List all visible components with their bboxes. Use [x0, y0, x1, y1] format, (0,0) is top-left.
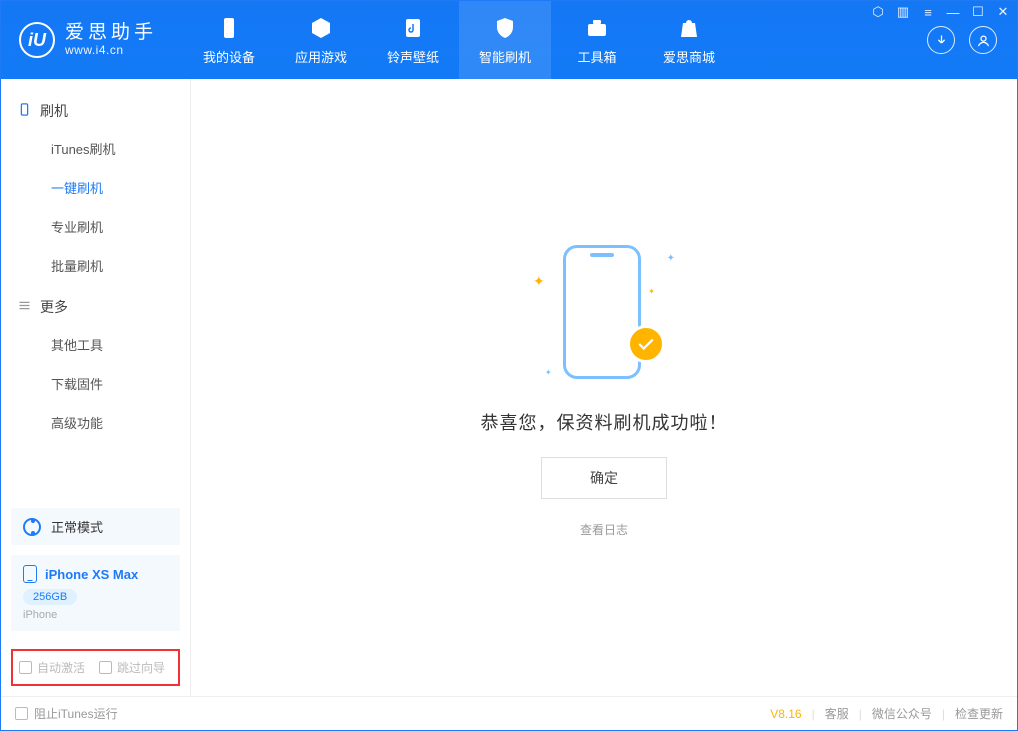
block-itunes-label: 阻止iTunes运行: [34, 705, 118, 722]
toolbox-icon: [585, 15, 609, 41]
skin-icon[interactable]: ⬡: [870, 4, 886, 20]
music-icon: [401, 15, 425, 41]
main-nav: 我的设备 应用游戏 铃声壁纸 智能刷机 工具箱 爱思商城: [183, 1, 735, 79]
flash-options-highlight: 自动激活 跳过向导: [11, 649, 180, 686]
phone-illustration-icon: [563, 245, 641, 379]
nav-label: 铃声壁纸: [387, 47, 439, 66]
footer-link[interactable]: 客服: [825, 705, 849, 722]
logo-icon: iU: [19, 22, 55, 58]
sidebar-group-header[interactable]: 刷机: [1, 89, 190, 129]
success-illustration: ✦ ✦ ✦ ✦: [539, 237, 669, 387]
user-button[interactable]: [969, 26, 997, 54]
window-controls: ⬡ ▥ ≡ — ☐ ✕: [870, 4, 1011, 20]
footer-link[interactable]: 检查更新: [955, 705, 1003, 722]
sidebar-item[interactable]: 高级功能: [1, 403, 190, 442]
nav-tab-toolbox[interactable]: 工具箱: [551, 1, 643, 79]
sparkle-icon: ✦: [545, 368, 552, 377]
checkbox[interactable]: [19, 661, 32, 674]
version-label: V8.16: [770, 707, 801, 721]
phone-icon: [23, 565, 37, 583]
device-mode-box[interactable]: 正常模式: [11, 508, 180, 545]
nav-label: 智能刷机: [479, 47, 531, 66]
nav-tab-phone[interactable]: 我的设备: [183, 1, 275, 79]
main-content: ✦ ✦ ✦ ✦ 恭喜您，保资料刷机成功啦！ 确定 查看日志: [191, 79, 1017, 696]
separator: |: [942, 707, 945, 721]
nav-label: 我的设备: [203, 47, 255, 66]
brand-domain: www.i4.cn: [65, 44, 157, 58]
sparkle-icon: ✦: [648, 287, 655, 296]
sparkle-icon: ✦: [667, 253, 675, 264]
phone-icon: [17, 102, 32, 120]
sidebar-item[interactable]: iTunes刷机: [1, 129, 190, 168]
nav-label: 爱思商城: [663, 47, 715, 66]
ok-button[interactable]: 确定: [541, 457, 667, 499]
block-itunes-checkbox[interactable]: [15, 707, 28, 720]
sidebar-item[interactable]: 专业刷机: [1, 207, 190, 246]
feedback-icon[interactable]: ▥: [895, 4, 911, 20]
phone-icon: [217, 15, 241, 41]
sparkle-icon: ✦: [533, 273, 545, 290]
device-mode-label: 正常模式: [51, 517, 103, 536]
device-box[interactable]: iPhone XS Max 256GB iPhone: [11, 555, 180, 631]
separator: |: [812, 707, 815, 721]
flash-option[interactable]: 跳过向导: [99, 659, 165, 676]
nav-tab-music[interactable]: 铃声壁纸: [367, 1, 459, 79]
nav-label: 应用游戏: [295, 47, 347, 66]
brand-logo: iU 爱思助手 www.i4.cn: [1, 22, 175, 58]
status-bar: 阻止iTunes运行 V8.16 | 客服 | 微信公众号 | 检查更新: [1, 696, 1017, 730]
minimize-button[interactable]: —: [945, 5, 961, 20]
nav-tab-bag[interactable]: 爱思商城: [643, 1, 735, 79]
menu-icon[interactable]: ≡: [920, 5, 936, 20]
success-message: 恭喜您，保资料刷机成功啦！: [481, 409, 728, 435]
footer-link[interactable]: 微信公众号: [872, 705, 932, 722]
flash-option[interactable]: 自动激活: [19, 659, 85, 676]
app-window: iU 爱思助手 www.i4.cn 我的设备 应用游戏 铃声壁纸 智能刷机 工具箱 爱思商…: [0, 0, 1018, 731]
shield-icon: [493, 15, 517, 41]
download-button[interactable]: [927, 26, 955, 54]
checkmark-badge-icon: [627, 325, 665, 363]
device-storage: 256GB: [23, 589, 77, 605]
menu-icon: [17, 298, 32, 316]
group-title: 更多: [40, 297, 68, 317]
cube-icon: [309, 15, 333, 41]
option-label: 跳过向导: [117, 659, 165, 676]
sidebar-item[interactable]: 一键刷机: [1, 168, 190, 207]
sidebar-item[interactable]: 下载固件: [1, 364, 190, 403]
option-label: 自动激活: [37, 659, 85, 676]
sidebar: 刷机 iTunes刷机一键刷机专业刷机批量刷机更多其他工具下载固件高级功能 正常模…: [1, 79, 191, 696]
titlebar: iU 爱思助手 www.i4.cn 我的设备 应用游戏 铃声壁纸 智能刷机 工具箱 爱思商…: [1, 1, 1017, 79]
refresh-icon: [23, 518, 41, 536]
separator: |: [859, 707, 862, 721]
maximize-button[interactable]: ☐: [970, 4, 986, 20]
view-log-link[interactable]: 查看日志: [580, 521, 628, 538]
bag-icon: [677, 15, 701, 41]
nav-label: 工具箱: [578, 47, 617, 66]
device-name: iPhone XS Max: [45, 567, 138, 582]
nav-tab-cube[interactable]: 应用游戏: [275, 1, 367, 79]
group-title: 刷机: [40, 101, 68, 121]
checkbox[interactable]: [99, 661, 112, 674]
sidebar-group-header[interactable]: 更多: [1, 285, 190, 325]
brand-name: 爱思助手: [65, 22, 157, 44]
sidebar-item[interactable]: 其他工具: [1, 325, 190, 364]
sidebar-item[interactable]: 批量刷机: [1, 246, 190, 285]
device-type: iPhone: [23, 609, 168, 621]
nav-tab-shield[interactable]: 智能刷机: [459, 1, 551, 79]
close-button[interactable]: ✕: [995, 4, 1011, 20]
